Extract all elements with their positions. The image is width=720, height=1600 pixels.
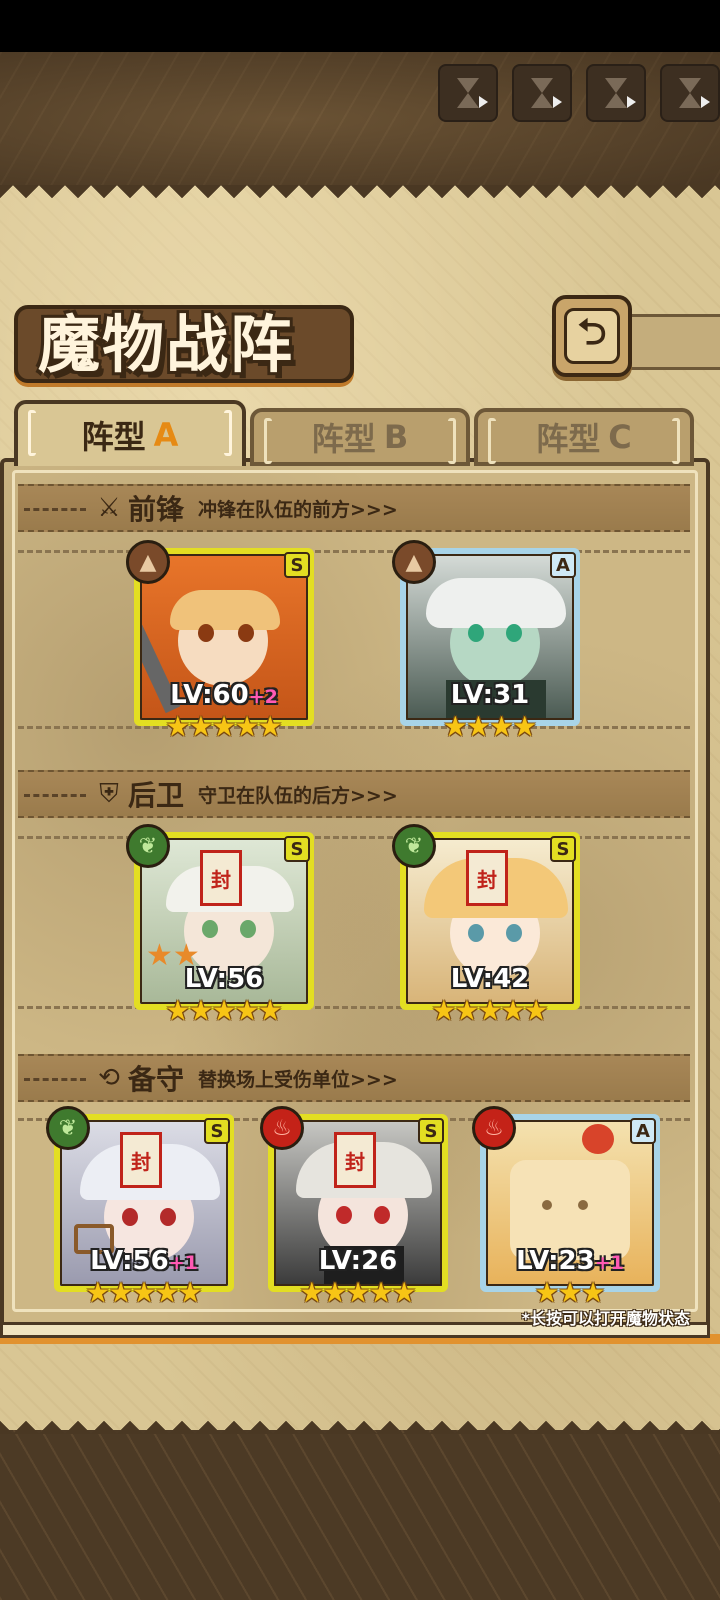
seal-tag: 封 bbox=[466, 850, 508, 906]
star-rating: ★ ★ ★ ★ ★ bbox=[299, 1276, 417, 1309]
shield-icon: ⛨ bbox=[99, 778, 119, 809]
seal-tag: 封 bbox=[200, 850, 242, 906]
rank-badge: A bbox=[630, 1118, 656, 1144]
section-back-name: 后卫 bbox=[128, 779, 185, 812]
monster-card-reserve-3[interactable]: A ♨ LV:23+1 ★ ★ ★ bbox=[472, 1106, 660, 1310]
hourglass-skip-button-1[interactable] bbox=[438, 64, 498, 122]
sword-icon: ⚔ bbox=[97, 493, 121, 523]
rank-badge: S bbox=[418, 1118, 444, 1144]
tab-letter: B bbox=[383, 418, 409, 456]
level-label: LV:42 bbox=[450, 964, 530, 994]
section-back-desc: 守卫在队伍的后方>>> bbox=[198, 784, 398, 807]
formation-tabs: 阵型 A 阵型 B 阵型 C bbox=[14, 400, 694, 466]
section-reserve-name: 备守 bbox=[128, 1063, 185, 1096]
section-front-desc: 冲锋在队伍的前方>>> bbox=[198, 498, 398, 521]
leaf-element-icon: ❦ bbox=[46, 1106, 90, 1150]
section-front-name: 前锋 bbox=[128, 493, 185, 526]
hourglass-play-icon bbox=[605, 78, 627, 108]
star-rating: ★ ★ ★ ★ ★ bbox=[165, 994, 283, 1027]
rank-badge: A bbox=[550, 552, 576, 578]
leaf-element-icon: ❦ bbox=[392, 824, 436, 868]
status-bar bbox=[0, 0, 720, 52]
skip-buttons bbox=[438, 64, 720, 122]
tab-letter: C bbox=[608, 418, 632, 456]
mountain-element-icon: ▲ bbox=[126, 540, 170, 584]
tab-label: 阵型 bbox=[311, 420, 376, 458]
rank-badge: S bbox=[550, 836, 576, 862]
seal-tag: 封 bbox=[334, 1132, 376, 1188]
level-label: LV:56+1 bbox=[90, 1246, 198, 1276]
mountain-element-icon: ▲ bbox=[392, 540, 436, 584]
map-background-bottom bbox=[0, 1430, 720, 1600]
fire-element-icon: ♨ bbox=[260, 1106, 304, 1150]
tab-label: 阵型 bbox=[81, 418, 146, 456]
level-label: LV:23+1 bbox=[516, 1246, 624, 1276]
monster-card-reserve-2[interactable]: 封 S ♨ LV:26 ★ ★ ★ ★ ★ bbox=[260, 1106, 448, 1310]
seal-tag: 封 bbox=[120, 1132, 162, 1188]
rank-badge: S bbox=[284, 836, 310, 862]
star-rating: ★ ★ ★ ★ bbox=[442, 710, 538, 743]
back-arrow-icon: ⮌ bbox=[564, 308, 620, 364]
monster-card-back-2[interactable]: 封 S ❦ LV:42 ★ ★ ★ ★ ★ bbox=[392, 824, 580, 1028]
hourglass-skip-button-3[interactable] bbox=[586, 64, 646, 122]
level-label: LV:26 bbox=[318, 1246, 398, 1276]
hourglass-play-icon bbox=[457, 78, 479, 108]
hourglass-play-icon bbox=[531, 78, 553, 108]
tab-formation-b[interactable]: 阵型 B bbox=[250, 408, 470, 466]
section-reserve-desc: 替换场上受伤单位>>> bbox=[198, 1068, 398, 1091]
rank-badge: S bbox=[204, 1118, 230, 1144]
leaf-element-icon: ❦ bbox=[126, 824, 170, 868]
monster-card-front-2[interactable]: A ▲ LV:31 ★ ★ ★ ★ bbox=[392, 540, 580, 744]
section-reserve-header: ⟲ 备守 替换场上受伤单位>>> bbox=[18, 1054, 690, 1102]
star-rating: ★ ★ ★ ★ ★ bbox=[85, 1276, 203, 1309]
level-label: LV:31 bbox=[450, 680, 530, 710]
monster-card-front-1[interactable]: S ▲ LV:60+2 ★ ★ ★ ★ ★ bbox=[126, 540, 314, 744]
level-label: LV:56 bbox=[184, 964, 264, 994]
fire-element-icon: ♨ bbox=[472, 1106, 516, 1150]
back-button[interactable]: ⮌ bbox=[552, 295, 632, 377]
long-press-hint: *长按可以打开魔物状态 bbox=[521, 1309, 690, 1328]
monster-card-back-1[interactable]: ★★ 封 S ❦ LV:56 ★ ★ ★ ★ ★ bbox=[126, 824, 314, 1028]
hourglass-play-icon bbox=[679, 78, 701, 108]
back-button-rail bbox=[628, 314, 720, 370]
tab-letter: A bbox=[153, 416, 179, 454]
tab-formation-c[interactable]: 阵型 C bbox=[474, 408, 694, 466]
swap-icon: ⟲ bbox=[98, 1063, 120, 1093]
hourglass-skip-button-2[interactable] bbox=[512, 64, 572, 122]
tab-label: 阵型 bbox=[536, 420, 601, 458]
monster-card-reserve-1[interactable]: 封 S ❦ LV:56+1 ★ ★ ★ ★ ★ bbox=[46, 1106, 234, 1310]
zigzag-edge-top bbox=[0, 185, 720, 211]
section-back-header: ⛨ 后卫 守卫在队伍的后方>>> bbox=[18, 770, 690, 818]
page-title: 魔物战阵 bbox=[38, 308, 295, 381]
star-rating: ★ ★ ★ ★ ★ bbox=[431, 994, 549, 1027]
zigzag-edge-bottom bbox=[0, 1408, 720, 1434]
level-label: LV:60+2 bbox=[170, 680, 278, 710]
hourglass-skip-button-4[interactable] bbox=[660, 64, 720, 122]
rank-badge: S bbox=[284, 552, 310, 578]
section-front-header: ⚔ 前锋 冲锋在队伍的前方>>> bbox=[18, 484, 690, 532]
star-rating: ★ ★ ★ ★ ★ bbox=[165, 710, 283, 743]
tab-formation-a[interactable]: 阵型 A bbox=[14, 400, 246, 466]
